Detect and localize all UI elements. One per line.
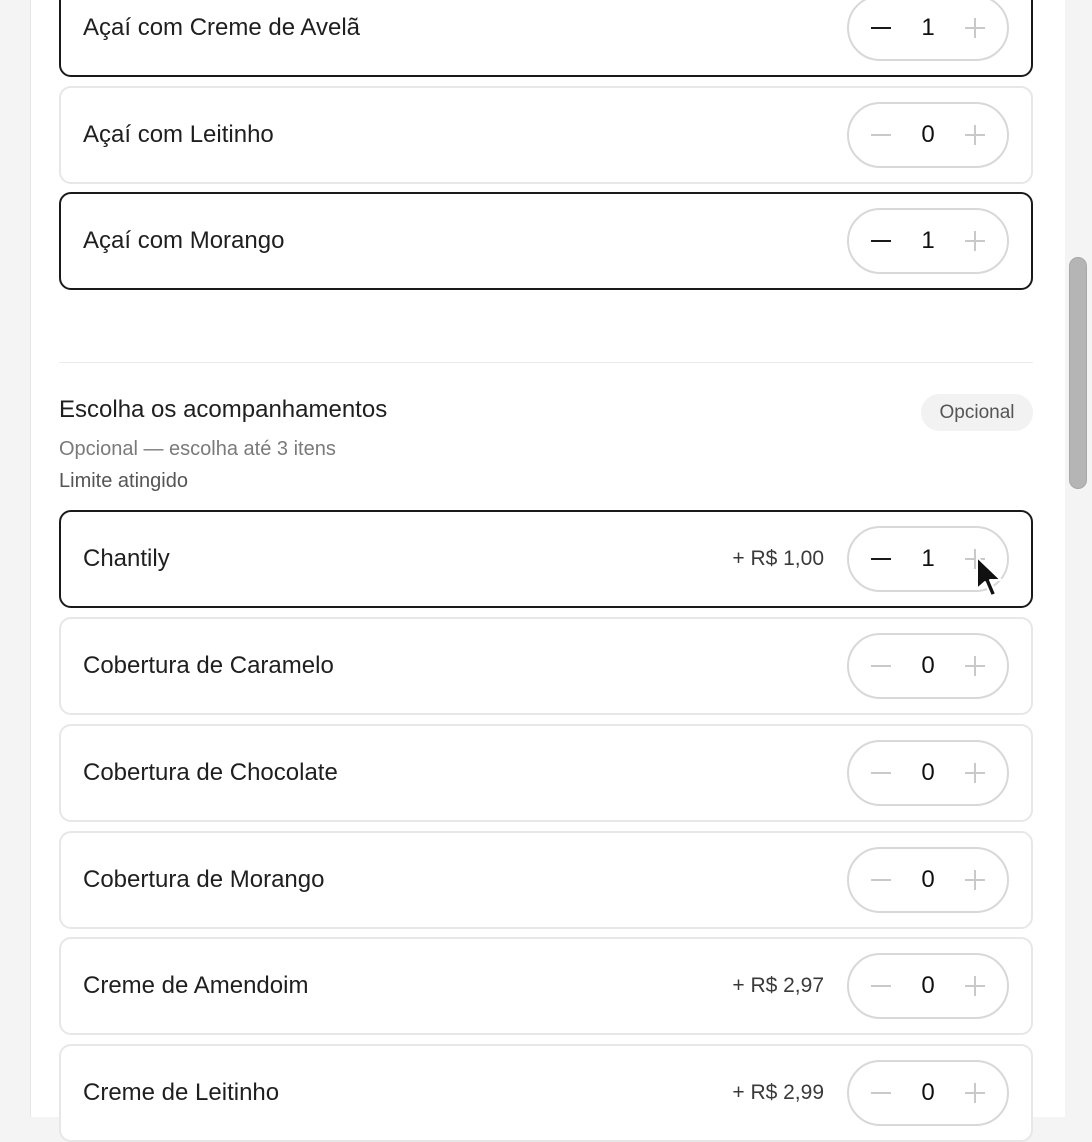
- decrease-button[interactable]: [853, 742, 909, 804]
- quantity-value: 0: [921, 1079, 935, 1106]
- option-price: + R$ 2,97: [732, 974, 824, 997]
- option-label: Açaí com Morango: [83, 227, 285, 254]
- optional-badge: Opcional: [921, 394, 1033, 431]
- limit-reached-note: Limite atingido: [59, 470, 188, 492]
- increase-button[interactable]: [947, 849, 1003, 911]
- option-row-cobertura-caramelo[interactable]: Cobertura de Caramelo 0: [59, 617, 1033, 715]
- quantity-value: 0: [921, 972, 935, 999]
- increase-button[interactable]: [947, 104, 1003, 166]
- section-subtitle: Opcional — escolha até 3 itens: [59, 438, 336, 460]
- quantity-value: 1: [921, 14, 935, 41]
- minus-icon: [871, 665, 891, 667]
- decrease-button[interactable]: [853, 104, 909, 166]
- option-label: Chantily: [83, 545, 170, 572]
- decrease-button[interactable]: [853, 635, 909, 697]
- option-label: Creme de Leitinho: [83, 1079, 280, 1106]
- section-title: Escolha os acompanhamentos: [59, 396, 388, 423]
- option-label: Cobertura de Caramelo: [83, 652, 334, 679]
- quantity-stepper: 0: [847, 740, 1009, 806]
- scrollbar-thumb[interactable]: [1069, 257, 1087, 489]
- option-label: Açaí com Leitinho: [83, 121, 274, 148]
- quantity-stepper: 0: [847, 1060, 1009, 1126]
- decrease-button[interactable]: [853, 0, 909, 59]
- decrease-button[interactable]: [853, 849, 909, 911]
- quantity-stepper: 0: [847, 847, 1009, 913]
- option-row-cobertura-morango[interactable]: Cobertura de Morango 0: [59, 831, 1033, 929]
- option-row-acai-creme-avela[interactable]: Açaí com Creme de Avelã 1: [59, 0, 1033, 77]
- option-price: + R$ 2,99: [732, 1081, 824, 1104]
- quantity-stepper: 0: [847, 953, 1009, 1019]
- scrollbar-track[interactable]: [1065, 0, 1092, 1117]
- quantity-stepper: 0: [847, 633, 1009, 699]
- quantity-stepper: 1: [847, 208, 1009, 274]
- option-label: Cobertura de Chocolate: [83, 759, 338, 786]
- minus-icon: [871, 879, 891, 881]
- quantity-value: 1: [921, 227, 935, 254]
- increase-button[interactable]: [947, 742, 1003, 804]
- minus-icon: [871, 557, 891, 561]
- quantity-value: 1: [921, 545, 935, 572]
- minus-icon: [871, 1092, 891, 1094]
- mouse-cursor-icon: [976, 556, 1002, 597]
- quantity-value: 0: [921, 121, 935, 148]
- minus-icon: [871, 985, 891, 987]
- option-row-chantily[interactable]: Chantily + R$ 1,00 1: [59, 510, 1033, 608]
- option-row-creme-leitinho[interactable]: Creme de Leitinho + R$ 2,99 0: [59, 1044, 1033, 1142]
- option-price: + R$ 1,00: [732, 547, 824, 570]
- option-row-acai-morango[interactable]: Açaí com Morango 1: [59, 192, 1033, 290]
- decrease-button[interactable]: [853, 955, 909, 1017]
- decrease-button[interactable]: [853, 528, 909, 590]
- increase-button[interactable]: [947, 635, 1003, 697]
- minus-icon: [871, 26, 891, 30]
- quantity-value: 0: [921, 652, 935, 679]
- section-divider: [59, 362, 1033, 363]
- option-row-cobertura-chocolate[interactable]: Cobertura de Chocolate 0: [59, 724, 1033, 822]
- quantity-value: 0: [921, 866, 935, 893]
- option-label: Açaí com Creme de Avelã: [83, 14, 361, 41]
- minus-icon: [871, 772, 891, 774]
- quantity-stepper: 0: [847, 102, 1009, 168]
- increase-button[interactable]: [947, 955, 1003, 1017]
- increase-button[interactable]: [947, 1062, 1003, 1124]
- option-row-creme-amendoim[interactable]: Creme de Amendoim + R$ 2,97 0: [59, 937, 1033, 1035]
- decrease-button[interactable]: [853, 1062, 909, 1124]
- quantity-value: 0: [921, 759, 935, 786]
- increase-button[interactable]: [947, 0, 1003, 59]
- option-label: Creme de Amendoim: [83, 972, 309, 999]
- increase-button[interactable]: [947, 210, 1003, 272]
- option-row-acai-leitinho[interactable]: Açaí com Leitinho 0: [59, 86, 1033, 184]
- minus-icon: [871, 239, 891, 243]
- quantity-stepper: 1: [847, 0, 1009, 61]
- minus-icon: [871, 134, 891, 136]
- decrease-button[interactable]: [853, 210, 909, 272]
- option-label: Cobertura de Morango: [83, 866, 325, 893]
